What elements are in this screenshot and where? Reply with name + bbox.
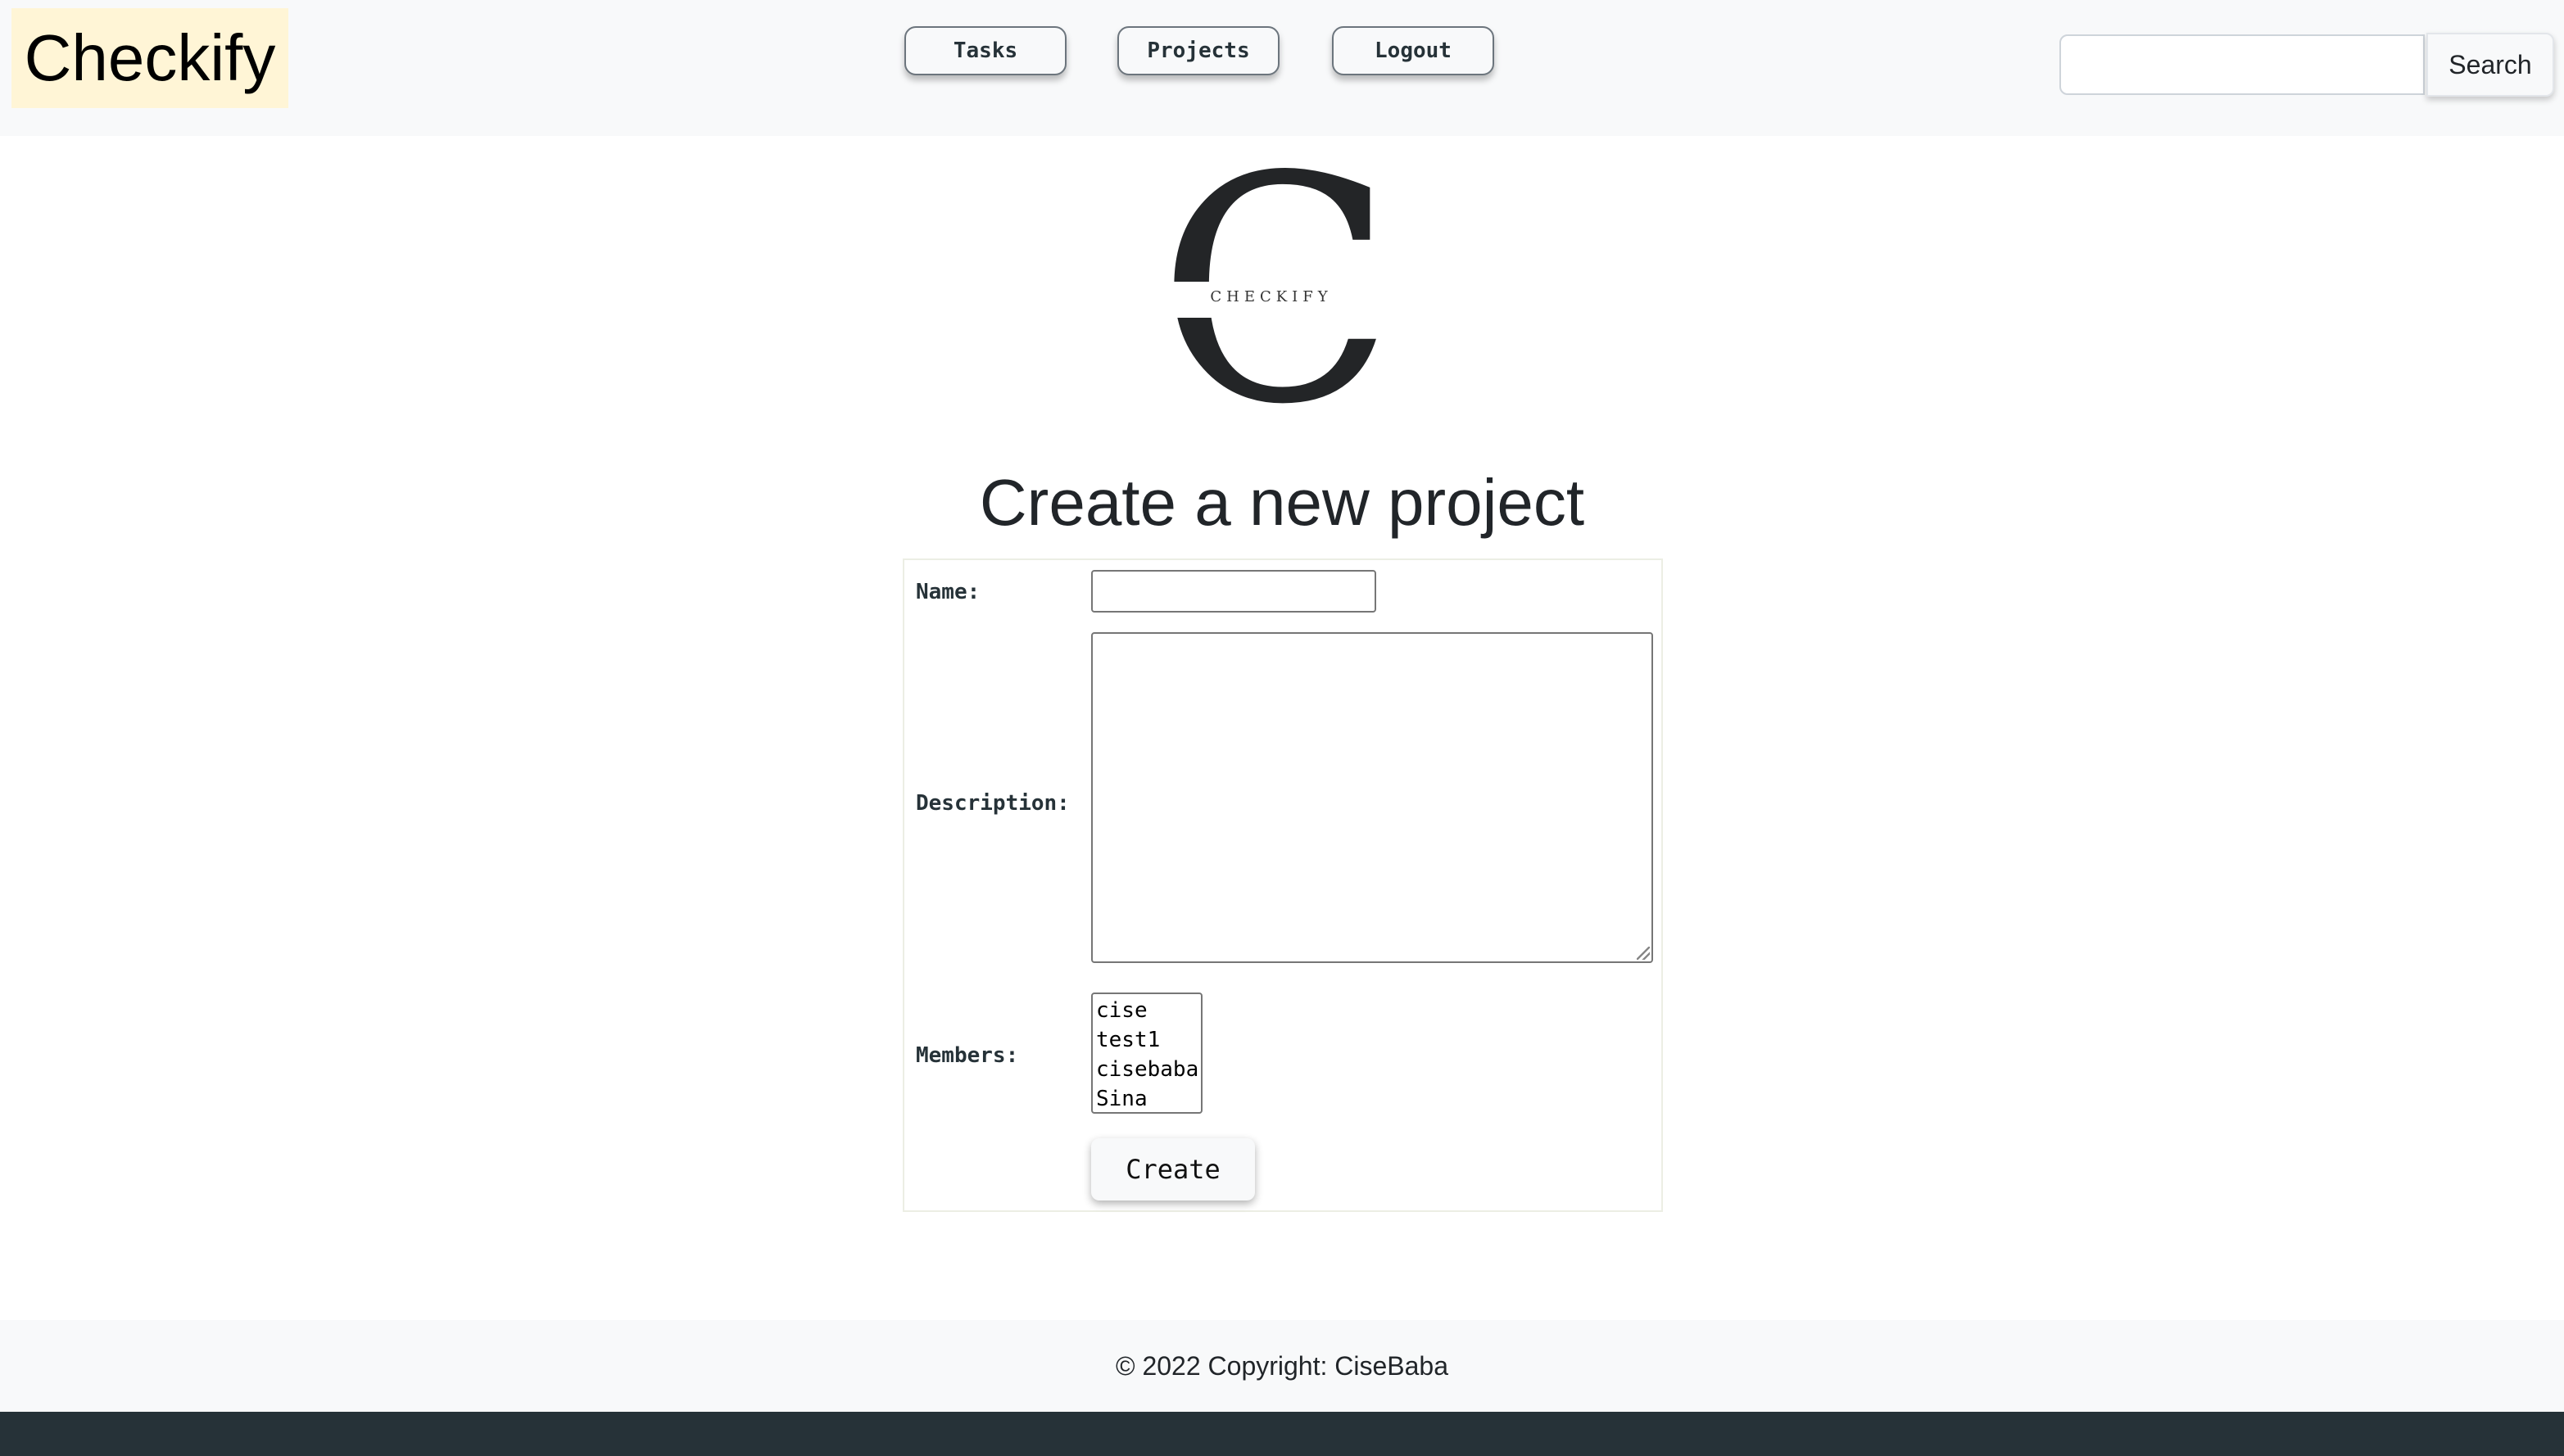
member-option[interactable]: Sina: [1096, 1084, 1198, 1112]
nav-logout-button[interactable]: Logout: [1332, 26, 1494, 75]
search-button[interactable]: Search: [2426, 33, 2554, 97]
member-option[interactable]: cise: [1096, 996, 1198, 1025]
description-textarea[interactable]: [1091, 632, 1653, 963]
description-label: Description:: [916, 791, 1070, 816]
page-title: Create a new project: [979, 466, 1585, 539]
member-option[interactable]: cisebaba: [1096, 1055, 1198, 1084]
footer-copyright: © 2022 Copyright: CiseBaba: [0, 1320, 2564, 1412]
resize-handle-icon[interactable]: [1637, 947, 1650, 960]
member-option[interactable]: test1: [1096, 1025, 1198, 1055]
nav-projects-button[interactable]: Projects: [1117, 26, 1280, 75]
brand-link[interactable]: Checkify: [11, 8, 288, 108]
name-input[interactable]: [1091, 570, 1376, 613]
members-label: Members:: [916, 1043, 1019, 1068]
members-select[interactable]: cise test1 cisebaba Sina: [1091, 993, 1203, 1114]
bottom-bar: [0, 1412, 2564, 1456]
create-project-form: Name: Description: Members: cise test1 c…: [903, 558, 1663, 1212]
checkify-logo: C CHECKIFY: [1157, 128, 1395, 455]
search-input[interactable]: [2059, 34, 2425, 95]
name-label: Name:: [916, 580, 981, 604]
nav-tasks-button[interactable]: Tasks: [904, 26, 1067, 75]
create-button[interactable]: Create: [1091, 1138, 1255, 1201]
logo-wordmark: CHECKIFY: [1210, 288, 1333, 305]
